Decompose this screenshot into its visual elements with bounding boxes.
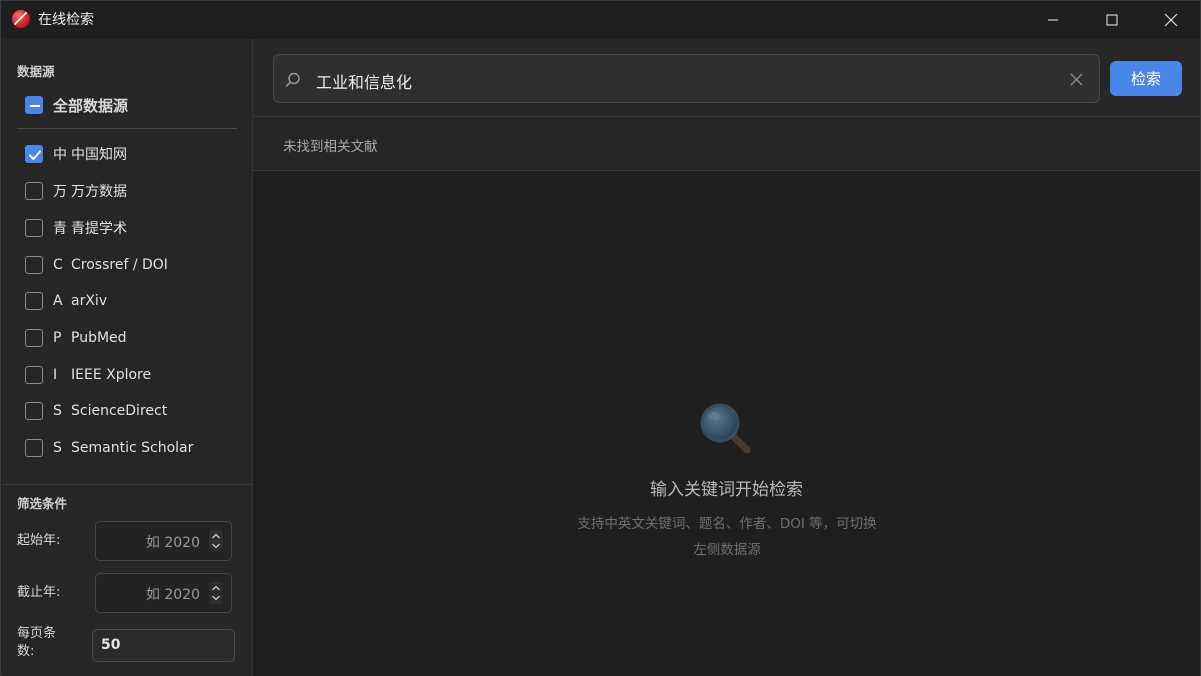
- filters-section-title: 筛选条件: [17, 496, 68, 511]
- start-year-placeholder: 如 2020: [145, 535, 200, 551]
- source-item-pubmed[interactable]: P PubMed: [25, 326, 127, 350]
- search-query-text: 工业和信息化: [316, 73, 413, 92]
- source-name: IEEE Xplore: [71, 367, 152, 383]
- close-window-button[interactable]: [1141, 1, 1200, 39]
- indeterminate-checkbox-icon: [25, 96, 43, 114]
- source-name: 万方数据: [71, 184, 127, 200]
- magnifier-icon: [700, 403, 751, 454]
- spin-arrows-icon[interactable]: [209, 582, 223, 604]
- status-bar: 未找到相关文献: [253, 117, 1200, 171]
- source-name: PubMed: [71, 330, 127, 346]
- empty-state-subtitle: 支持中英文关键词、题名、作者、DOI 等，可切换 左侧数据源: [551, 511, 903, 563]
- end-year-placeholder: 如 2020: [145, 587, 200, 603]
- minimize-button[interactable]: [1023, 1, 1082, 39]
- search-input[interactable]: 工业和信息化: [273, 54, 1100, 103]
- source-item-sciencedirect[interactable]: S ScienceDirect: [25, 399, 167, 423]
- source-item-crossref[interactable]: C Crossref / DOI: [25, 253, 168, 277]
- status-message: 未找到相关文献: [283, 139, 378, 155]
- checkbox-icon: [25, 292, 43, 310]
- title-bar: 在线检索: [1, 1, 1200, 39]
- source-name: ScienceDirect: [71, 403, 168, 419]
- per-page-label-line1: 每页条: [17, 626, 57, 641]
- all-sources-label: 全部数据源: [53, 96, 129, 115]
- source-item-ieee[interactable]: I IEEE Xplore: [25, 363, 151, 387]
- source-prefix: A: [53, 293, 63, 309]
- spin-arrows-icon[interactable]: [209, 530, 223, 552]
- checkbox-icon: [25, 439, 43, 457]
- empty-state-title: 输入关键词开始检索: [650, 480, 803, 500]
- all-sources-checkbox[interactable]: 全部数据源: [25, 94, 128, 116]
- per-page-value: 50: [101, 637, 121, 653]
- source-item-wanfang[interactable]: 万 万方数据: [25, 179, 127, 203]
- empty-state: 输入关键词开始检索 支持中英文关键词、题名、作者、DOI 等，可切换 左侧数据源: [253, 171, 1200, 676]
- source-prefix: 中: [53, 147, 67, 163]
- checkbox-checked-icon: [25, 145, 43, 163]
- source-item-qingti[interactable]: 青 青提学术: [25, 216, 127, 240]
- app-logo-icon: [12, 10, 30, 28]
- source-name: 中国知网: [71, 147, 127, 163]
- app-window: 在线检索 数据源 全部数据源 中 中国知网 万 万方数据 青 青提学术 C Cr…: [0, 0, 1201, 676]
- checkbox-icon: [25, 329, 43, 347]
- sources-divider: [17, 128, 237, 129]
- checkbox-icon: [25, 366, 43, 384]
- source-name: Crossref / DOI: [71, 257, 168, 273]
- source-item-semantic-scholar[interactable]: S Semantic Scholar: [25, 436, 193, 460]
- source-name: 青提学术: [71, 221, 127, 237]
- clear-icon[interactable]: [1070, 73, 1083, 86]
- source-name: arXiv: [71, 293, 108, 309]
- checkbox-icon: [25, 182, 43, 200]
- minimize-icon: [1047, 19, 1058, 21]
- per-page-label-line2: 数:: [17, 644, 35, 659]
- main-panel: 工业和信息化 检索 未找到相关文献 输入关键词开始检索 支持中英文关键词、题名、…: [253, 39, 1200, 676]
- end-year-label: 截止年:: [17, 585, 61, 600]
- source-prefix: S: [53, 403, 62, 419]
- source-prefix: I: [53, 367, 58, 383]
- end-year-spinbox[interactable]: 如 2020: [95, 573, 232, 613]
- checkbox-icon: [25, 402, 43, 420]
- filters-divider: [2, 484, 252, 485]
- source-prefix: 青: [53, 221, 67, 237]
- source-name: Semantic Scholar: [71, 440, 194, 456]
- start-year-label: 起始年:: [17, 533, 61, 548]
- maximize-button[interactable]: [1082, 1, 1141, 39]
- source-prefix: S: [53, 440, 62, 456]
- sidebar: 数据源 全部数据源 中 中国知网 万 万方数据 青 青提学术 C Crossre…: [2, 39, 253, 676]
- source-prefix: 万: [53, 184, 67, 200]
- source-prefix: P: [53, 330, 62, 346]
- maximize-icon: [1105, 14, 1118, 26]
- window-title: 在线检索: [38, 12, 94, 28]
- source-item-cnki[interactable]: 中 中国知网: [25, 142, 127, 166]
- per-page-label: 每页条 数:: [17, 625, 56, 661]
- checkbox-icon: [25, 219, 43, 237]
- empty-state-subtitle-line1: 支持中英文关键词、题名、作者、DOI 等，可切换: [577, 516, 877, 532]
- source-prefix: C: [53, 257, 63, 273]
- close-icon: [1164, 13, 1177, 27]
- sources-section-title: 数据源: [17, 64, 55, 79]
- search-bar: 工业和信息化 检索: [253, 39, 1200, 117]
- checkbox-icon: [25, 256, 43, 274]
- search-icon: [285, 72, 300, 87]
- source-item-arxiv[interactable]: A arXiv: [25, 289, 107, 313]
- empty-state-subtitle-line2: 左侧数据源: [693, 542, 761, 558]
- per-page-input[interactable]: 50: [92, 629, 235, 662]
- start-year-spinbox[interactable]: 如 2020: [95, 521, 232, 561]
- search-button[interactable]: 检索: [1110, 61, 1182, 96]
